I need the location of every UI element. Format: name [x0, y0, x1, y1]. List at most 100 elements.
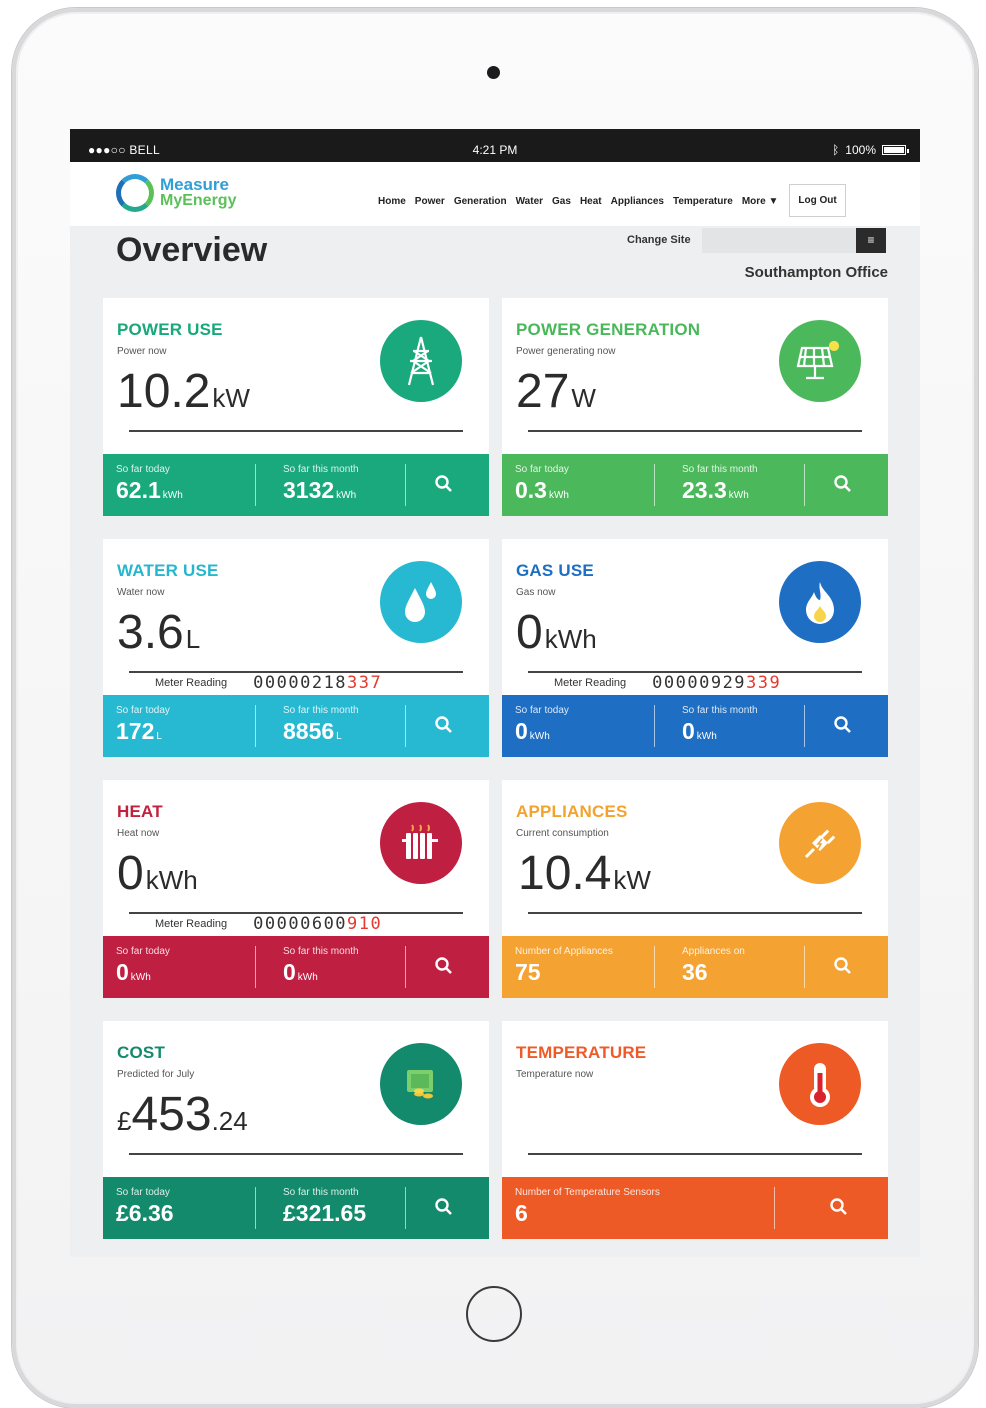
brand-logo[interactable]: Measure MyEnergy	[116, 174, 236, 212]
search-icon[interactable]	[833, 956, 853, 976]
logout-button[interactable]: Log Out	[789, 184, 846, 217]
nav-heat[interactable]: Heat	[580, 196, 602, 207]
meter-label: Meter Reading	[554, 677, 627, 689]
cost-card[interactable]: COST Predicted for July £453.24 So far t…	[103, 1021, 489, 1239]
nav-water[interactable]: Water	[516, 196, 543, 207]
heat-card[interactable]: HEAT Heat now 0kWh Meter Reading 0000060…	[103, 780, 489, 998]
value-number: 453	[131, 1088, 212, 1141]
sensor-count-stat: Number of Temperature Sensors 6	[515, 1187, 660, 1227]
nav-generation[interactable]: Generation	[454, 196, 507, 207]
value-number: 3.6	[117, 606, 184, 659]
card-divider	[528, 912, 862, 914]
month-unit: kWh	[336, 490, 357, 501]
site-select-input[interactable]	[702, 228, 856, 253]
logo-line-1: Measure	[160, 175, 229, 194]
month-label: So far this month	[682, 705, 758, 716]
search-icon[interactable]	[434, 956, 454, 976]
value-number: 27	[516, 365, 570, 418]
current-value: 3.6L	[117, 605, 200, 660]
current-value: 0kWh	[516, 605, 597, 660]
month-unit: kWh	[297, 972, 318, 983]
page-title: Overview	[116, 231, 268, 269]
battery-icon	[882, 145, 909, 155]
water-summary-band: So far today 172 L So far this month 8856…	[103, 695, 489, 757]
value-unit: W	[571, 383, 596, 413]
card-subtitle: Temperature now	[516, 1069, 594, 1080]
power-generation-card[interactable]: POWER GENERATION Power generating now 27…	[502, 298, 888, 516]
month-stat: So far this month 8856 L	[283, 705, 359, 745]
solar-panel-icon	[779, 320, 861, 402]
month-value: £321.65	[283, 1200, 367, 1226]
nav-power[interactable]: Power	[415, 196, 445, 207]
month-unit: kWh	[728, 490, 749, 501]
nav-home[interactable]: Home	[378, 196, 406, 207]
card-subtitle: Current consumption	[516, 828, 609, 839]
month-value: 0	[682, 718, 695, 744]
month-stat: So far this month £321.65	[283, 1187, 366, 1227]
month-stat: So far this month 3132 kWh	[283, 464, 359, 504]
nav-more-dropdown[interactable]: More ▼	[742, 196, 779, 207]
month-label: So far this month	[283, 464, 359, 475]
meter-digits-red: 337	[347, 673, 383, 693]
today-label: So far today	[116, 705, 170, 716]
meter-label: Meter Reading	[155, 677, 228, 689]
month-value: 23.3	[682, 477, 727, 503]
generation-summary-band: So far today 0.3 kWh So far this month 23…	[502, 454, 888, 516]
radiator-icon	[380, 802, 462, 884]
meter-digits-red: 910	[347, 914, 383, 934]
flame-icon	[779, 561, 861, 643]
search-icon[interactable]	[829, 1197, 849, 1217]
sensor-count-value: 6	[515, 1200, 528, 1226]
card-title: GAS USE	[516, 561, 594, 580]
site-menu-button[interactable]: ≡	[856, 228, 886, 253]
search-icon[interactable]	[434, 715, 454, 735]
value-number: 0	[516, 606, 543, 659]
today-value: 0	[116, 959, 129, 985]
temperature-card[interactable]: TEMPERATURE Temperature now Number of Te…	[502, 1021, 888, 1239]
card-title: WATER USE	[117, 561, 219, 580]
logo-text: Measure MyEnergy	[160, 175, 237, 209]
value-unit: kWh	[544, 624, 597, 654]
appliances-card[interactable]: APPLIANCES Current consumption 10.4kW Nu…	[502, 780, 888, 998]
search-icon[interactable]	[434, 474, 454, 494]
meter-digits: 00000929	[652, 673, 747, 693]
screen: ●●●○○ BELL 4:21 PM ᛒ 100% Measure MyEner…	[70, 129, 920, 1257]
band-separator	[654, 464, 655, 506]
logo-line-2: MyEnergy	[160, 192, 237, 209]
nav-gas[interactable]: Gas	[552, 196, 571, 207]
band-separator	[255, 946, 256, 988]
band-separator	[405, 705, 406, 747]
today-label: So far today	[116, 946, 170, 957]
band-separator	[804, 464, 805, 506]
today-unit: kWh	[162, 490, 183, 501]
value-decimal: .24	[211, 1106, 248, 1136]
month-stat: So far this month 0 kWh	[682, 705, 758, 745]
nav-appliances[interactable]: Appliances	[611, 196, 664, 207]
appliances-on-label: Appliances on	[682, 946, 745, 957]
heat-summary-band: So far today 0 kWh So far this month 0 kWh	[103, 936, 489, 998]
today-value: 172	[116, 718, 155, 744]
status-bar: ●●●○○ BELL 4:21 PM ᛒ 100%	[70, 129, 920, 162]
meter-digits-red: 339	[746, 673, 782, 693]
water-use-card[interactable]: WATER USE Water now 3.6L Meter Reading 0…	[103, 539, 489, 757]
search-icon[interactable]	[833, 715, 853, 735]
power-use-card[interactable]: POWER USE Power now 10.2kW So far today …	[103, 298, 489, 516]
home-button[interactable]	[466, 1286, 522, 1342]
appliance-count-value: 75	[515, 959, 541, 985]
sensor-count-label: Number of Temperature Sensors	[515, 1187, 660, 1198]
search-icon[interactable]	[833, 474, 853, 494]
band-separator	[774, 1187, 775, 1229]
today-stat: So far today 0.3 kWh	[515, 464, 569, 504]
card-title: POWER USE	[117, 320, 223, 339]
month-unit: L	[336, 731, 342, 742]
main-nav: Home Power Generation Water Gas Heat App…	[378, 184, 846, 217]
today-stat: So far today 172 L	[116, 705, 170, 745]
month-label: So far this month	[283, 1187, 359, 1198]
band-separator	[804, 705, 805, 747]
search-icon[interactable]	[434, 1197, 454, 1217]
meter-label: Meter Reading	[155, 918, 228, 930]
bluetooth-icon: ᛒ	[832, 143, 840, 157]
nav-temperature[interactable]: Temperature	[673, 196, 733, 207]
gas-use-card[interactable]: GAS USE Gas now 0kWh Meter Reading 00000…	[502, 539, 888, 757]
card-title: POWER GENERATION	[516, 320, 701, 339]
